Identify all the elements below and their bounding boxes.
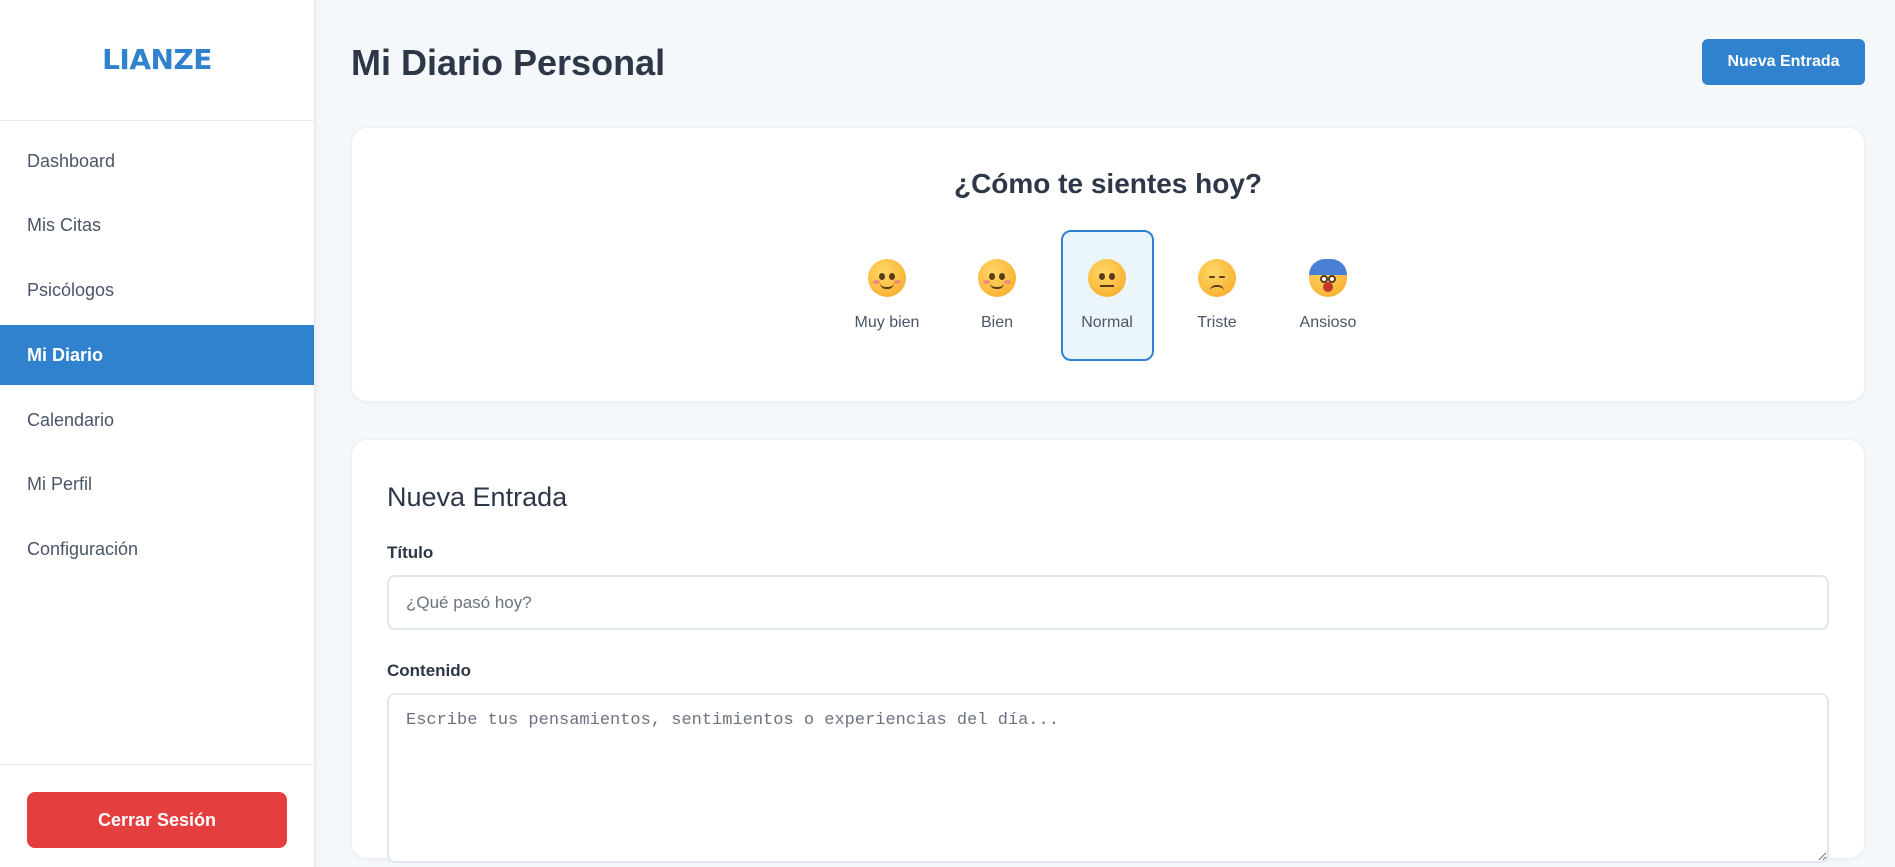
sidebar-item-dashboard[interactable]: Dashboard	[0, 131, 314, 191]
blushing-face-right-cheek	[1004, 280, 1011, 284]
mood-label-triste: Triste	[1197, 314, 1237, 331]
pensive-face-left-eye	[1209, 276, 1215, 278]
sidebar-item-psicologos[interactable]: Psicólogos	[0, 261, 314, 321]
new-entry-card: Nueva Entrada Título Contenido	[351, 439, 1865, 863]
blushing-face-mouth	[990, 283, 1004, 289]
anxious-face-mouth	[1323, 282, 1333, 292]
entry-form-heading: Nueva Entrada	[387, 482, 568, 512]
page-title: Mi Diario Personal	[351, 41, 666, 83]
blushing-face-left-cheek	[983, 280, 990, 284]
sidebar: LIANZE Dashboard Mis Citas Psicólogos Mi…	[0, 0, 315, 867]
page-header: Mi Diario Personal Nueva Entrada	[351, 0, 1865, 127]
sidebar-item-calendario[interactable]: Calendario	[0, 390, 314, 450]
smiling-face-icon	[868, 259, 906, 297]
neutral-face-left-eye	[1099, 273, 1105, 280]
mood-option-triste[interactable]: Triste	[1171, 230, 1264, 361]
anxious-face-forehead	[1309, 259, 1347, 275]
pensive-face-right-eye	[1219, 276, 1225, 278]
smiling-face-right-cheek	[894, 280, 901, 284]
smiling-face-left-eye	[879, 273, 885, 280]
mood-label-ansioso: Ansioso	[1299, 314, 1357, 331]
content-textarea[interactable]	[387, 693, 1829, 863]
logout-button[interactable]: Cerrar Sesión	[27, 792, 287, 848]
mood-option-muy-bien[interactable]: Muy bien	[841, 230, 934, 361]
content-label: Contenido	[387, 661, 472, 680]
blushing-face-left-eye	[989, 273, 995, 280]
sidebar-item-mis-citas[interactable]: Mis Citas	[0, 196, 314, 256]
smiling-face-mouth	[880, 283, 894, 289]
mood-card: ¿Cómo te sientes hoy? Muy bien Bien Norm…	[351, 127, 1865, 402]
neutral-face-right-eye	[1109, 273, 1115, 280]
mood-options: Muy bien Bien Normal Triste Ansioso	[352, 230, 1864, 361]
sidebar-nav: Dashboard Mis Citas Psicólogos Mi Diario…	[0, 121, 314, 580]
neutral-face-mouth	[1100, 285, 1114, 287]
blushing-face-icon	[978, 259, 1016, 297]
app-root: LIANZE Dashboard Mis Citas Psicólogos Mi…	[0, 0, 1895, 867]
title-label: Título	[387, 543, 434, 562]
blushing-face-right-eye	[999, 273, 1005, 280]
mood-label-muy-bien: Muy bien	[854, 314, 920, 331]
sidebar-item-mi-diario[interactable]: Mi Diario	[0, 325, 314, 386]
pensive-face-icon	[1198, 259, 1236, 297]
title-input[interactable]	[387, 575, 1829, 630]
mood-option-normal[interactable]: Normal	[1060, 230, 1154, 361]
brand-logo[interactable]: LIANZE	[102, 43, 212, 76]
pensive-face-mouth	[1210, 285, 1224, 291]
sidebar-item-configuracion[interactable]: Configuración	[0, 520, 314, 580]
neutral-face-icon	[1088, 259, 1126, 297]
logo-area: LIANZE	[0, 0, 314, 121]
sidebar-item-mi-perfil[interactable]: Mi Perfil	[0, 455, 314, 515]
mood-label-bien: Bien	[980, 314, 1014, 331]
mood-label-normal: Normal	[1081, 314, 1133, 331]
smiling-face-left-cheek	[873, 280, 880, 284]
mood-option-ansioso[interactable]: Ansioso	[1281, 230, 1376, 361]
new-entry-button[interactable]: Nueva Entrada	[1702, 39, 1865, 85]
sidebar-footer: Cerrar Sesión	[0, 764, 314, 867]
mood-option-bien[interactable]: Bien	[951, 230, 1044, 361]
mood-question: ¿Cómo te sientes hoy?	[953, 168, 1263, 199]
smiling-face-right-eye	[889, 273, 895, 280]
main-content: Mi Diario Personal Nueva Entrada ¿Cómo t…	[315, 0, 1895, 867]
anxious-face-icon	[1309, 259, 1347, 297]
